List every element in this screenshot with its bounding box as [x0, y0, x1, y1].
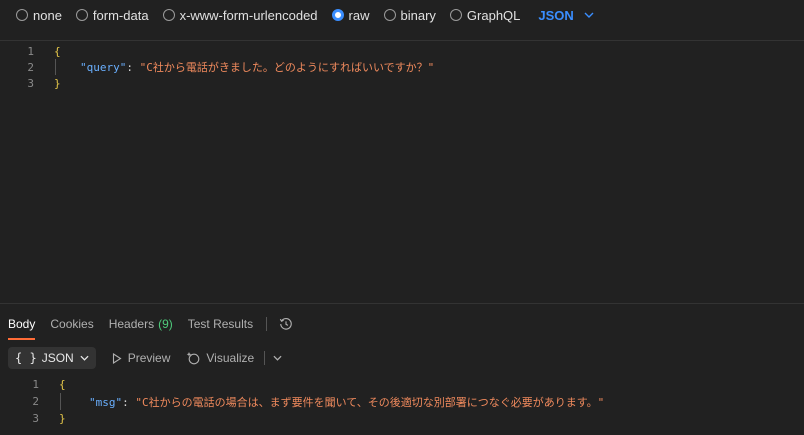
- line-number: 1: [32, 378, 39, 391]
- radio-binary[interactable]: binary: [383, 7, 436, 23]
- radio-label-form-data: form-data: [92, 7, 149, 23]
- radio-circle[interactable]: [449, 9, 462, 21]
- response-body-viewer[interactable]: 1 { 2 "msg": "C社からの電話の場合は、まず要件を聞いて、その後適切…: [0, 376, 804, 435]
- code-line: 2 "msg": "C社からの電話の場合は、まず要件を聞いて、その後適切な別部署…: [0, 393, 804, 410]
- json-brace: {: [54, 44, 61, 58]
- line-number: 2: [32, 395, 39, 408]
- radio-label-graphql: GraphQL: [466, 7, 521, 23]
- json-colon: :: [122, 395, 136, 409]
- radio-label-urlencoded: x-www-form-urlencoded: [179, 7, 318, 23]
- radio-label-binary: binary: [400, 7, 436, 23]
- format-label: JSON: [41, 351, 74, 365]
- radio-raw[interactable]: raw: [331, 7, 370, 23]
- braces-icon: { }: [15, 351, 37, 365]
- response-toolbar: { } JSON Preview Visualize: [0, 346, 804, 370]
- tab-test-results[interactable]: Test Results: [188, 308, 253, 340]
- radio-label-raw: raw: [348, 7, 370, 23]
- json-string-value: "C社からの電話の場合は、まず要件を聞いて、その後適切な別部署につなぐ必要があり…: [135, 395, 605, 409]
- json-string-value: "C社から電話がきました。どのようにすればいいですか？": [139, 61, 435, 74]
- body-type-selector: none form-data x-www-form-urlencoded raw…: [0, 0, 804, 30]
- code-line: 2 "query": "C社から電話がきました。どのようにすればいいですか？": [0, 59, 804, 75]
- code-line: 3 }: [0, 75, 804, 91]
- format-dropdown[interactable]: { } JSON: [8, 347, 96, 369]
- json-key: "query": [80, 61, 127, 74]
- line-number: 2: [27, 60, 34, 74]
- tab-separator: [266, 317, 268, 331]
- code-text: "query": "C社から電話がきました。どのようにすればいいですか？": [36, 59, 434, 75]
- preview-button[interactable]: Preview: [112, 351, 171, 365]
- code-line: 1 {: [0, 43, 804, 59]
- radio-circle[interactable]: [75, 9, 88, 21]
- headers-count-badge: (9): [158, 317, 173, 331]
- json-brace: {: [59, 378, 66, 391]
- tab-body-label: Body: [8, 317, 36, 331]
- language-dropdown[interactable]: JSON: [538, 7, 594, 23]
- code-text: {: [36, 45, 61, 58]
- visualize-sparkle-icon: [187, 352, 200, 365]
- json-brace: }: [54, 76, 61, 90]
- radio-form-data[interactable]: form-data: [75, 7, 149, 23]
- code-line: 1 {: [0, 376, 804, 393]
- json-colon: :: [126, 61, 140, 74]
- indent-guide: [55, 59, 56, 75]
- line-number: 3: [32, 412, 39, 425]
- chevron-down-icon: [80, 353, 89, 364]
- line-number: 3: [27, 76, 34, 90]
- code-text: }: [36, 77, 61, 90]
- tab-cookies[interactable]: Cookies: [50, 308, 93, 340]
- json-key: "msg": [89, 395, 123, 409]
- radio-circle[interactable]: [16, 9, 28, 21]
- pane-divider[interactable]: [0, 303, 804, 304]
- visualize-button[interactable]: Visualize: [186, 351, 254, 365]
- radio-label-none: none: [33, 7, 62, 23]
- tab-cookies-label: Cookies: [50, 317, 94, 331]
- visualize-label: Visualize: [206, 351, 255, 365]
- radio-circle[interactable]: [383, 9, 396, 21]
- radio-circle[interactable]: [162, 9, 175, 21]
- response-tabs: Body Cookies Headers (9) Test Results: [0, 308, 804, 340]
- tab-headers[interactable]: Headers (9): [109, 308, 173, 340]
- radio-circle-checked[interactable]: [331, 9, 344, 21]
- line-number: 1: [27, 44, 34, 58]
- code-text: "msg": "C社からの電話の場合は、まず要件を聞いて、その後適切な別部署につ…: [41, 394, 604, 410]
- toolbar-separator: [264, 351, 266, 365]
- code-line: 3 }: [0, 410, 804, 427]
- radio-graphql[interactable]: GraphQL: [449, 7, 521, 23]
- preview-label: Preview: [127, 351, 171, 365]
- radio-urlencoded[interactable]: x-www-form-urlencoded: [162, 7, 318, 23]
- json-brace: }: [59, 412, 66, 425]
- history-clock-icon[interactable]: [279, 317, 293, 331]
- language-label: JSON: [538, 7, 574, 23]
- chevron-down-icon[interactable]: [273, 353, 282, 364]
- tab-headers-label: Headers: [108, 317, 155, 331]
- tab-test-results-label: Test Results: [187, 317, 254, 331]
- tab-body[interactable]: Body: [8, 308, 36, 340]
- request-body-editor[interactable]: 1 { 2 "query": "C社から電話がきました。どのようにすればいいです…: [0, 40, 804, 302]
- code-text: }: [41, 412, 66, 425]
- radio-none[interactable]: none: [16, 8, 62, 23]
- indent-guide: [60, 393, 61, 410]
- chevron-down-icon: [584, 9, 594, 21]
- play-triangle-icon: [112, 352, 122, 364]
- code-text: {: [41, 378, 66, 391]
